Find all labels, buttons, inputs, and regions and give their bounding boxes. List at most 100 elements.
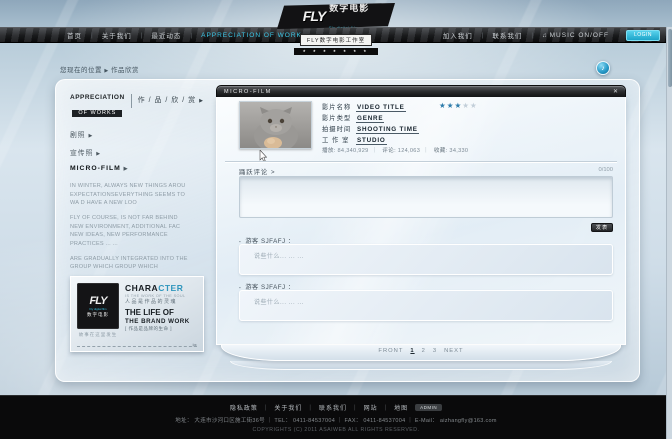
field-value-studio[interactable]: STUDIO <box>356 137 387 145</box>
admin-button[interactable]: ADMIN <box>415 404 442 411</box>
logo-studio-name: FLY数字电影工作室 <box>300 34 372 46</box>
footer-link-about[interactable]: 关于我们 <box>274 403 302 412</box>
logo-plate: FLY 数字电影 Fly digital film <box>277 3 395 29</box>
comment-textarea[interactable] <box>239 176 613 218</box>
field-row: 拍摄时间 SHOOTING TIME <box>322 124 419 135</box>
login-button[interactable]: LOGIN <box>626 30 660 41</box>
content-titlebar: MICRO-FILM ✕ <box>216 85 626 97</box>
pagination-next[interactable]: NEXT <box>444 348 463 354</box>
arrow-icon: ▶ <box>124 166 129 172</box>
music-toggle[interactable]: ♫MUSIC ON/OFF <box>533 32 618 39</box>
sidebar: APPRECIATION OF WORKS 作 / 品 / 欣 / 赏 ▶ 剧照… <box>70 94 212 289</box>
comment-text: 说些什么... ... ... <box>254 251 304 260</box>
sidebar-header-line2: OF WORKS <box>72 110 122 117</box>
nav-item-news[interactable]: 最近动态 <box>142 30 190 40</box>
sidebar-header-cn: 作 / 品 / 欣 / 赏 ▶ <box>131 94 204 108</box>
field-label: 影片名称 <box>322 102 356 111</box>
star-icon[interactable]: ★ <box>462 101 470 110</box>
promo-big-line2: THE BRAND WORK <box>125 318 197 326</box>
footer: 隐私政策 关于我们 联系我们 网站 地图 ADMIN 地址： 大连市沙河口区施工… <box>0 395 672 439</box>
star-rating: ★★★★★ <box>439 101 478 110</box>
pagination: FRONT 1 2 3 NEXT <box>222 348 620 354</box>
music-icon: ♫ <box>542 33 548 39</box>
video-stats: 播放: 84,340,929｜ 评论: 124,063｜ 收藏: 34,330 <box>322 146 468 154</box>
breadcrumb-arrow-icon: ▶ <box>104 68 108 74</box>
sidebar-paragraph: ARE GRADUALLY INTEGRATED INTO THE GROUP … <box>70 255 192 272</box>
stat-value-comments: 124,063 <box>398 148 420 154</box>
breadcrumb: 您现在的位置 ▶ 作品欣赏 <box>60 64 139 74</box>
footer-link-privacy[interactable]: 隐私政策 <box>230 403 258 412</box>
footer-link-contact[interactable]: 联系我们 <box>319 403 347 412</box>
promo-text-column: CHARACTER IS THE WORK OF THE SOUL 人品是作品的… <box>125 283 197 341</box>
nav-item-about[interactable]: 关于我们 <box>93 30 141 40</box>
comment-item: 说些什么... ... ... <box>239 244 613 275</box>
panel-title: MICRO-FILM <box>224 89 272 95</box>
nav-item-join[interactable]: 加入我们 <box>434 30 482 40</box>
sidebar-paragraph: IN WINTER, ALWAYS NEW THINGS AROU EXPECT… <box>70 182 192 208</box>
field-value-genre[interactable]: GENRE <box>356 115 384 123</box>
pagination-page-3[interactable]: 3 <box>433 348 437 354</box>
sidebar-paragraph: FLY OF COURSE, IS NOT FAR BEHIND NEW ENV… <box>70 214 192 249</box>
nav-item-home[interactable]: 首页 <box>58 30 91 40</box>
stat-label: 播放: <box>322 148 336 154</box>
sidebar-menu: 剧照 ▶ 宣传照 ▶ MICRO-FILM ▶ <box>70 129 212 172</box>
field-row: 影片名称 VIDEO TITLE <box>322 102 419 113</box>
comment-item: 说些什么... ... ... <box>239 290 613 321</box>
field-value-shooting-time[interactable]: SHOOTING TIME <box>356 126 419 134</box>
pagination-page-2[interactable]: 2 <box>422 348 426 354</box>
sidebar-item-microfilm[interactable]: MICRO-FILM ▶ <box>70 165 212 172</box>
footer-divider <box>354 405 357 411</box>
logo-star-strip: ★ ★ ★ ★ ★ ★ ★ <box>294 48 378 55</box>
badge-fly-text: FLY <box>90 295 107 307</box>
floating-contact-button[interactable]: ♪ <box>596 61 610 75</box>
logo-cn-block: 数字电影 Fly digital film <box>329 0 369 34</box>
video-info-fields: 影片名称 VIDEO TITLE 影片类型 GENRE 拍摄时间 SHOOTIN… <box>322 102 419 146</box>
badge-cn-text: 数字电影 <box>87 312 109 318</box>
comment-char-counter: 0/100 <box>598 167 613 173</box>
logo-en-subtitle: Fly digital film <box>329 26 358 30</box>
field-value-video-title[interactable]: VIDEO TITLE <box>356 104 406 112</box>
video-thumbnail[interactable] <box>239 101 312 149</box>
sidebar-item-promos[interactable]: 宣传照 ▶ <box>70 147 212 157</box>
breadcrumb-current[interactable]: 作品欣赏 <box>111 67 139 74</box>
promo-cn-line2: [ 作品是品牌的生命 ] <box>125 326 197 332</box>
stat-value-favorites: 34,330 <box>449 148 468 154</box>
pagination-front[interactable]: FRONT <box>378 348 403 354</box>
promo-subtitle: IS THE WORK OF THE SOUL <box>125 294 197 299</box>
breadcrumb-prefix: 您现在的位置 <box>60 67 102 74</box>
scrollbar-thumb[interactable] <box>668 29 672 87</box>
footer-divider <box>309 405 312 411</box>
badge-en-text: Fly digital film <box>90 307 107 311</box>
star-icon[interactable]: ★ <box>470 101 478 110</box>
footer-link-site[interactable]: 网站 <box>364 403 378 412</box>
footer-link-map[interactable]: 地图 <box>394 403 408 412</box>
promo-title: CHARACTER <box>125 283 197 294</box>
expand-icon[interactable]: ✕ <box>613 89 618 95</box>
stat-label: 收藏: <box>434 148 448 154</box>
content-body: 影片名称 VIDEO TITLE 影片类型 GENRE 拍摄时间 SHOOTIN… <box>216 97 626 345</box>
brand-promo-box[interactable]: FLY Fly digital film 数字电影 故事在这里发生 CHARAC… <box>70 276 204 352</box>
sidebar-item-stills[interactable]: 剧照 ▶ <box>70 129 212 139</box>
arrow-icon: ▶ <box>88 133 93 139</box>
field-label: 影片类型 <box>322 113 356 122</box>
publish-button[interactable]: 发表 <box>591 223 613 232</box>
panel-shadow-base <box>230 361 612 370</box>
music-note-icon: ♪ <box>601 65 605 72</box>
promo-cut-line: ✂ <box>77 346 197 347</box>
nav-right-group: 加入我们 联系我们 ♫MUSIC ON/OFF LOGIN <box>434 28 660 42</box>
footer-copyright: COPYRIGHTS (C) 2011 ASAIWEB ALL RIGHTS R… <box>0 427 672 433</box>
nav-item-contact[interactable]: 联系我们 <box>483 30 531 40</box>
site-logo[interactable]: FLY 数字电影 Fly digital film FLY数字电影工作室 ★ ★… <box>271 3 401 55</box>
stat-label: 评论: <box>382 148 396 154</box>
footer-links: 隐私政策 关于我们 联系我们 网站 地图 ADMIN <box>0 403 672 412</box>
logo-fly-text: FLY <box>303 8 325 24</box>
comment-form-label: 踊跃评论 > <box>239 167 276 176</box>
sidebar-header-line1: APPRECIATION <box>70 94 125 101</box>
star-icon[interactable]: ★ <box>439 101 447 110</box>
promo-cn-line1: 人品是作品的灵魂 <box>125 299 197 305</box>
browser-scrollbar[interactable] <box>666 27 672 439</box>
promo-big-line1: THE LIFE OF <box>125 308 197 318</box>
promo-badge-column: FLY Fly digital film 数字电影 故事在这里发生 <box>77 283 119 341</box>
arrow-icon: ▶ <box>96 151 101 157</box>
pagination-page-1[interactable]: 1 <box>410 348 414 354</box>
